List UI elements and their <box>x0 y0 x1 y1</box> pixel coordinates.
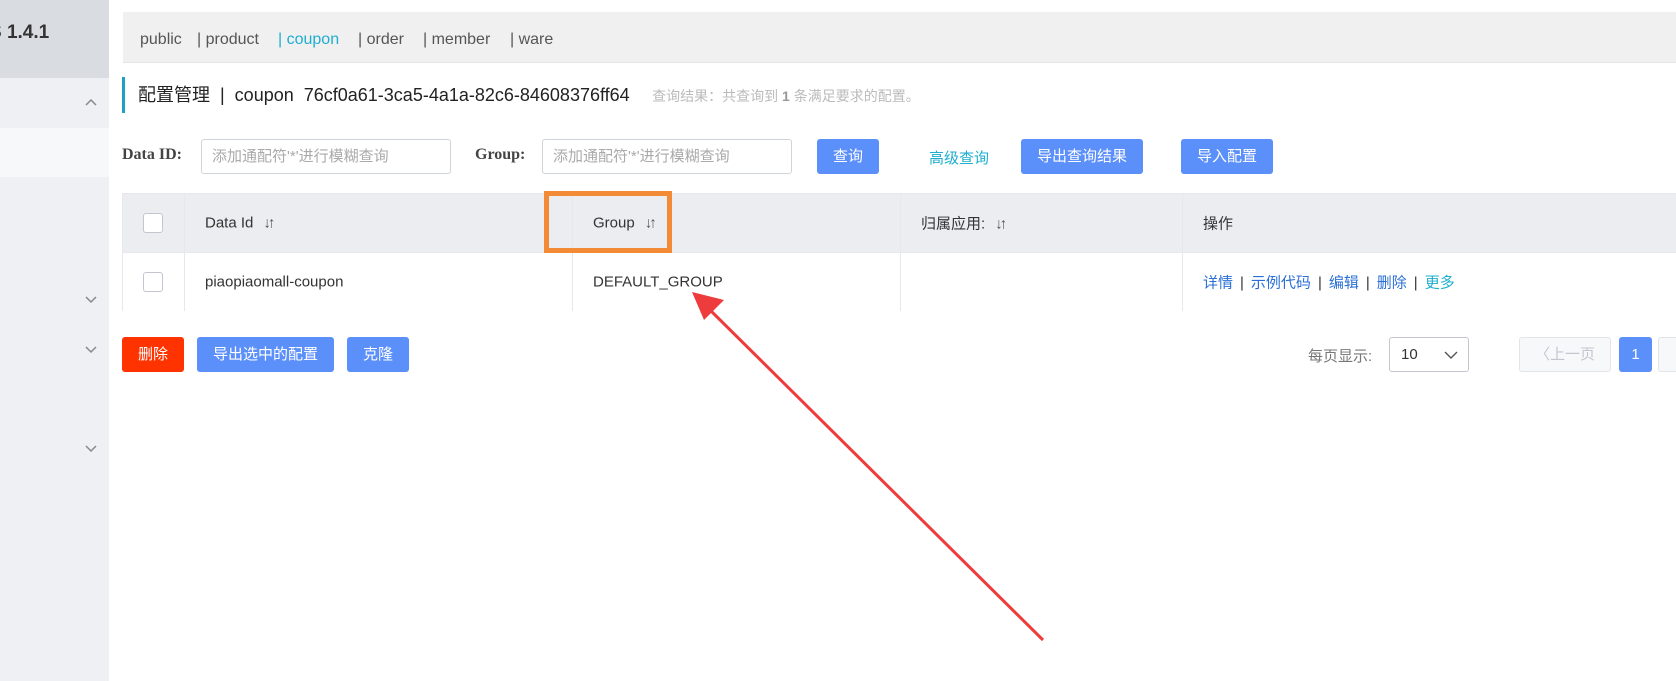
chevron-down-icon[interactable] <box>84 441 98 455</box>
export-selected-button[interactable]: 导出选中的配置 <box>197 337 334 372</box>
chevron-down-icon <box>1444 351 1458 359</box>
query-button[interactable]: 查询 <box>817 139 879 174</box>
header-data-id-label: Data Id <box>205 214 254 232</box>
tab-coupon[interactable]: | coupon <box>278 31 339 49</box>
config-table: Data Id ↓↑ Group ↓↑ 归属应用: ↓↑ 操作 piaopiaomal… <box>122 193 1676 311</box>
header-app[interactable]: 归属应用: ↓↑ <box>901 194 1183 252</box>
row-select-cell <box>123 253 185 311</box>
cell-ops: 详情 | 示例代码 | 编辑 | 删除 | 更多 <box>1183 253 1676 311</box>
per-page-label: 每页显示: <box>1308 348 1373 365</box>
cell-group: DEFAULT_GROUP <box>573 253 901 311</box>
advanced-query-link[interactable]: 高级查询 <box>929 147 989 168</box>
dataid-label: Data ID: <box>122 146 182 163</box>
chevron-left-icon: 〈 <box>1534 346 1550 363</box>
detail-link[interactable]: 详情 <box>1203 275 1233 292</box>
chevron-up-icon[interactable] <box>84 96 98 110</box>
chevron-down-icon[interactable] <box>84 292 98 306</box>
ops-separator: | <box>1317 274 1322 292</box>
sidebar-selected-item[interactable] <box>0 128 109 177</box>
result-prefix: 查询结果：共查询到 <box>652 88 783 104</box>
per-page-value: 10 <box>1401 346 1418 363</box>
select-all-checkbox[interactable] <box>143 213 163 233</box>
clone-button[interactable]: 克隆 <box>347 337 409 372</box>
edit-link[interactable]: 编辑 <box>1329 275 1359 292</box>
chevron-down-icon[interactable] <box>84 342 98 356</box>
header-ops: 操作 <box>1183 194 1676 252</box>
header-select-cell <box>123 194 185 252</box>
cell-data-id: piaopiaomall-coupon <box>185 253 573 311</box>
ops-separator: | <box>1365 274 1370 292</box>
ops-separator: | <box>1413 274 1418 292</box>
highlight-box <box>544 191 672 253</box>
cell-data-id-text: piaopiaomall-coupon <box>205 273 344 291</box>
more-link[interactable]: 更多 <box>1425 275 1455 292</box>
page-title: 配置管理 | coupon 76cf0a61-3ca5-4a1a-82c6-84… <box>122 77 920 113</box>
cell-app <box>901 253 1183 311</box>
tab-member[interactable]: | member <box>423 31 490 49</box>
prev-page-label: 上一页 <box>1550 346 1596 363</box>
result-count: 1 <box>782 88 790 104</box>
result-suffix: 条满足要求的配置。 <box>789 88 920 104</box>
page-title-text: 配置管理 | coupon 76cf0a61-3ca5-4a1a-82c6-84… <box>138 85 630 105</box>
delete-button[interactable]: 删除 <box>122 337 184 372</box>
import-config-button[interactable]: 导入配置 <box>1181 139 1273 174</box>
page-number-current[interactable]: 1 <box>1619 337 1652 372</box>
group-input[interactable] <box>542 139 792 174</box>
per-page-select[interactable]: 10 <box>1389 337 1469 372</box>
query-result-summary: 查询结果：共查询到 1 条满足要求的配置。 <box>652 88 920 104</box>
header-app-label: 归属应用: <box>921 215 986 233</box>
header-ops-label: 操作 <box>1203 215 1234 233</box>
cell-group-text: DEFAULT_GROUP <box>593 273 723 291</box>
export-results-button[interactable]: 导出查询结果 <box>1021 139 1143 174</box>
prev-page-button[interactable]: 〈上一页 <box>1519 337 1611 372</box>
table-header: Data Id ↓↑ Group ↓↑ 归属应用: ↓↑ 操作 <box>123 194 1676 252</box>
next-page-button[interactable] <box>1658 337 1676 372</box>
row-checkbox[interactable] <box>143 272 163 292</box>
namespace-tabs: public | product | coupon | order | memb… <box>123 12 1676 63</box>
tab-public[interactable]: public <box>140 31 182 49</box>
dataid-input[interactable] <box>201 139 451 174</box>
sort-icon[interactable]: ↓↑ <box>995 216 1007 233</box>
group-label: Group: <box>475 146 526 163</box>
sort-icon[interactable]: ↓↑ <box>263 215 275 232</box>
app-brand: S 1.4.1 <box>0 0 109 78</box>
sample-code-link[interactable]: 示例代码 <box>1251 275 1311 292</box>
tab-order[interactable]: | order <box>358 31 404 49</box>
tab-product[interactable]: | product <box>197 31 259 49</box>
arrow-shaft <box>704 304 1045 642</box>
ops-separator: | <box>1240 274 1244 292</box>
delete-link[interactable]: 删除 <box>1377 275 1407 292</box>
tab-ware[interactable]: | ware <box>510 31 553 49</box>
header-data-id[interactable]: Data Id ↓↑ <box>185 194 573 252</box>
table-row: piaopiaomall-coupon DEFAULT_GROUP 详情 | 示例代… <box>123 252 1676 311</box>
sidebar: S 1.4.1 <box>0 0 109 681</box>
app-version: S 1.4.1 <box>0 22 50 43</box>
